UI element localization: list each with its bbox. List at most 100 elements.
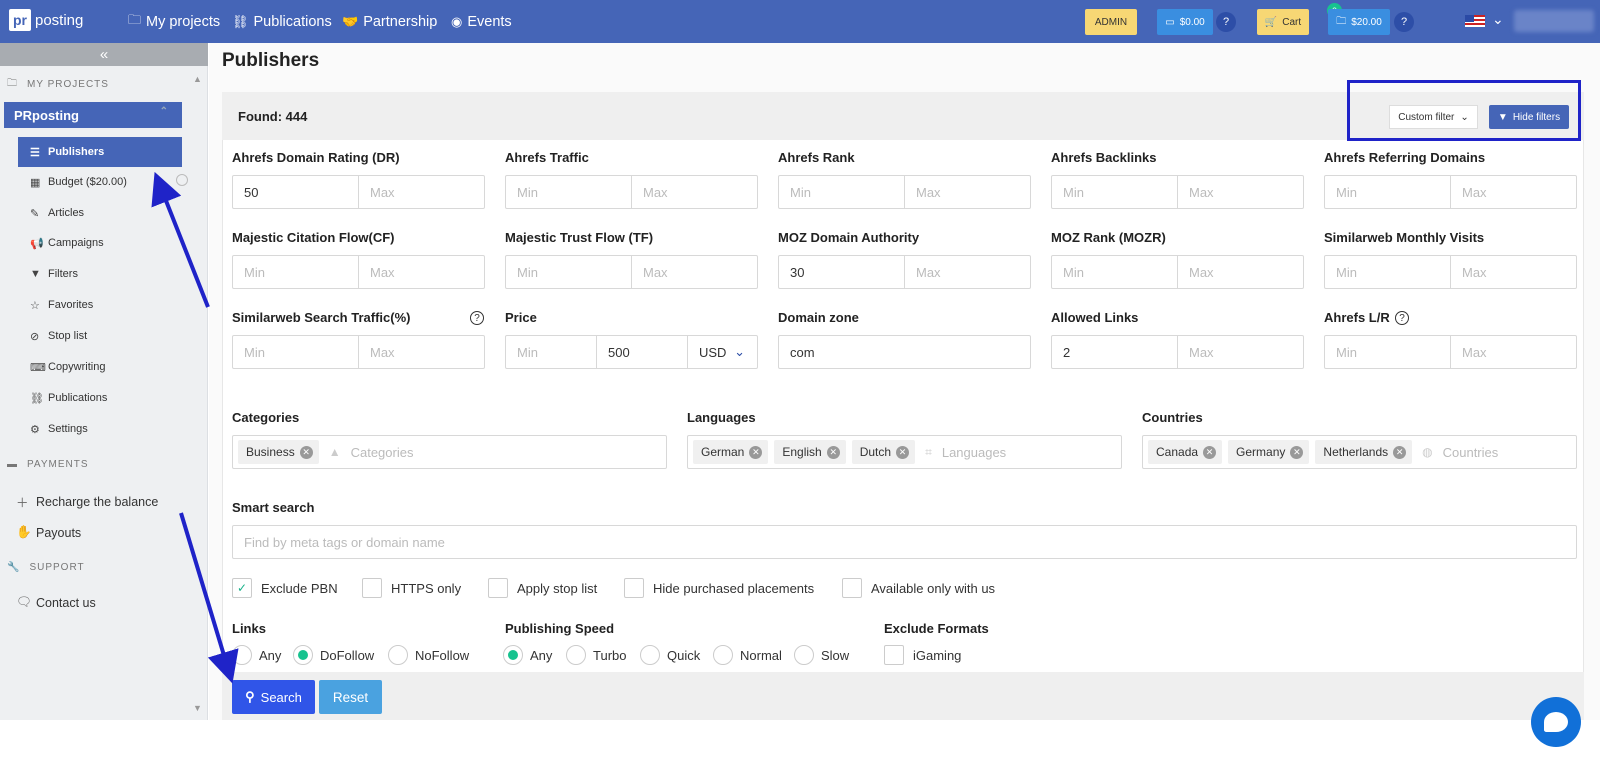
traffic-max-input[interactable]: Max xyxy=(631,176,757,208)
collapse-sidebar-button[interactable]: « xyxy=(0,43,208,66)
publishing-speed-label: Publishing Speed xyxy=(505,621,615,636)
rank-min-input[interactable]: Min xyxy=(779,176,904,208)
smv-min-input[interactable]: Min xyxy=(1325,256,1450,288)
links-label: Links xyxy=(232,621,266,636)
mozr-max-input[interactable]: Max xyxy=(1177,256,1303,288)
backlinks-max-input[interactable]: Max xyxy=(1177,176,1303,208)
sidebar-item-copywriting[interactable]: ⌨ Copywriting xyxy=(18,352,182,382)
tf-min-input[interactable]: Min xyxy=(506,256,631,288)
countries-select[interactable]: Canada ✕ Germany ✕ Netherlands ✕ ◍ Countries xyxy=(1142,435,1577,469)
dr-min-input[interactable]: 50 xyxy=(233,176,358,208)
sidebar-item-stop-list[interactable]: ⊘ Stop list xyxy=(18,321,182,351)
price-max-input[interactable]: 500 xyxy=(596,336,687,368)
sst-max-input[interactable]: Max xyxy=(358,336,484,368)
search-button[interactable]: ⚲ Search xyxy=(232,680,315,714)
sidebar-item-articles[interactable]: ✎ Articles xyxy=(18,198,182,228)
smv-max-input[interactable]: Max xyxy=(1450,256,1576,288)
remove-tag-icon[interactable]: ✕ xyxy=(826,445,840,459)
us-flag-icon[interactable] xyxy=(1465,15,1485,27)
speed-turbo-radio[interactable]: Turbo xyxy=(566,645,626,665)
project-balance-button[interactable]: 🗀 $20.00 xyxy=(1328,9,1390,35)
project-item[interactable]: PRposting ⌃ xyxy=(4,102,182,128)
lr-min-input[interactable]: Min xyxy=(1325,336,1450,368)
chat-widget-button[interactable] xyxy=(1531,697,1581,747)
refdomains-min-input[interactable]: Min xyxy=(1325,176,1450,208)
remove-tag-icon[interactable]: ✕ xyxy=(749,445,763,459)
logo-text: posting xyxy=(35,11,84,29)
allowed-max-input[interactable]: Max xyxy=(1177,336,1303,368)
nav-my-projects[interactable]: 🗀 My projects xyxy=(128,0,220,43)
refdomains-max-input[interactable]: Max xyxy=(1450,176,1576,208)
network-icon: ⛓ xyxy=(30,392,44,405)
price-min-input[interactable]: Min xyxy=(506,336,596,368)
contact-us-link[interactable]: 🗨 Contact us xyxy=(16,595,96,610)
admin-button[interactable]: ADMIN xyxy=(1085,9,1137,35)
sidebar-item-campaigns[interactable]: 📢 Campaigns xyxy=(18,228,182,258)
igaming-checkbox[interactable]: iGaming xyxy=(884,645,961,665)
balance-button[interactable]: ▭ $0.00 xyxy=(1157,9,1213,35)
cf-max-input[interactable]: Max xyxy=(358,256,484,288)
project-balance-help-icon[interactable]: ? xyxy=(1394,12,1414,32)
nav-publications[interactable]: ⛓ Publications xyxy=(232,0,332,43)
links-any-radio[interactable]: Any xyxy=(232,645,281,665)
hide-purchased-checkbox[interactable]: Hide purchased placements xyxy=(624,578,814,598)
cart-button[interactable]: 🛒 Cart xyxy=(1257,9,1309,35)
speed-quick-radio[interactable]: Quick xyxy=(640,645,700,665)
sidebar-item-publications[interactable]: ⛓ Publications xyxy=(18,383,182,413)
sst-min-input[interactable]: Min xyxy=(233,336,358,368)
section-payments: ▬ PAYMENTS xyxy=(7,459,89,470)
links-nofollow-radio[interactable]: NoFollow xyxy=(388,645,469,665)
budget-help-icon[interactable] xyxy=(176,174,188,186)
tf-range: Min Max xyxy=(505,255,758,289)
rank-max-input[interactable]: Max xyxy=(904,176,1030,208)
dr-max-input[interactable]: Max xyxy=(358,176,484,208)
remove-tag-icon[interactable]: ✕ xyxy=(896,445,910,459)
da-min-input[interactable]: 30 xyxy=(779,256,904,288)
allowed-min-input[interactable]: 2 xyxy=(1052,336,1177,368)
speed-any-radio[interactable]: Any xyxy=(503,645,552,665)
sidebar-item-favorites[interactable]: ☆ Favorites xyxy=(18,290,182,320)
nav-partnership[interactable]: 🤝 Partnership xyxy=(342,0,437,43)
help-icon[interactable]: ? xyxy=(1395,311,1409,325)
backlinks-min-input[interactable]: Min xyxy=(1052,176,1177,208)
balance-help-icon[interactable]: ? xyxy=(1216,12,1236,32)
tf-max-input[interactable]: Max xyxy=(631,256,757,288)
logo[interactable]: pr posting xyxy=(9,9,83,31)
smart-search-input[interactable]: Find by meta tags or domain name xyxy=(232,525,1577,559)
lr-max-input[interactable]: Max xyxy=(1450,336,1576,368)
tag-english: English ✕ xyxy=(774,440,846,464)
sidebar-item-publishers[interactable]: ☰ Publishers xyxy=(18,137,182,167)
languages-select[interactable]: German ✕ English ✕ Dutch ✕ ⌗ Languages xyxy=(687,435,1122,469)
speed-normal-radio[interactable]: Normal xyxy=(713,645,782,665)
links-dofollow-radio[interactable]: DoFollow xyxy=(293,645,374,665)
cf-min-input[interactable]: Min xyxy=(233,256,358,288)
remove-tag-icon[interactable]: ✕ xyxy=(1393,445,1407,459)
speed-slow-radio[interactable]: Slow xyxy=(794,645,849,665)
remove-tag-icon[interactable]: ✕ xyxy=(1290,445,1304,459)
https-only-checkbox[interactable]: HTTPS only xyxy=(362,578,461,598)
remove-tag-icon[interactable]: ✕ xyxy=(1203,445,1217,459)
scroll-up-icon[interactable]: ▲ xyxy=(193,74,202,84)
da-max-input[interactable]: Max xyxy=(904,256,1030,288)
help-icon[interactable]: ? xyxy=(470,311,484,325)
categories-select[interactable]: Business ✕ ▲ Categories xyxy=(232,435,667,469)
scroll-down-icon[interactable]: ▼ xyxy=(193,703,202,713)
remove-tag-icon[interactable]: ✕ xyxy=(299,445,313,459)
mozr-min-input[interactable]: Min xyxy=(1052,256,1177,288)
recharge-balance-link[interactable]: ＋ Recharge the balance xyxy=(16,492,158,511)
apply-stop-list-checkbox[interactable]: Apply stop list xyxy=(488,578,597,598)
sidebar-item-filters[interactable]: ▼ Filters xyxy=(18,259,182,289)
chevron-down-icon[interactable]: ⌄ xyxy=(1492,11,1504,28)
sidebar-item-settings[interactable]: ⚙ Settings xyxy=(18,414,182,444)
payouts-link[interactable]: ✋ Payouts xyxy=(16,525,81,540)
currency-select[interactable]: USD ⌄ xyxy=(687,336,757,368)
cf-range: Min Max xyxy=(232,255,485,289)
traffic-min-input[interactable]: Min xyxy=(506,176,631,208)
nav-events[interactable]: ◉ Events xyxy=(451,0,512,43)
reset-button[interactable]: Reset xyxy=(319,680,382,714)
sidebar-item-budget[interactable]: ▦ Budget ($20.00) xyxy=(18,167,188,197)
user-menu[interactable] xyxy=(1514,10,1594,32)
available-only-checkbox[interactable]: Available only with us xyxy=(842,578,995,598)
exclude-pbn-checkbox[interactable]: ✓ Exclude PBN xyxy=(232,578,338,598)
domain-zone-input[interactable]: com xyxy=(778,335,1031,369)
